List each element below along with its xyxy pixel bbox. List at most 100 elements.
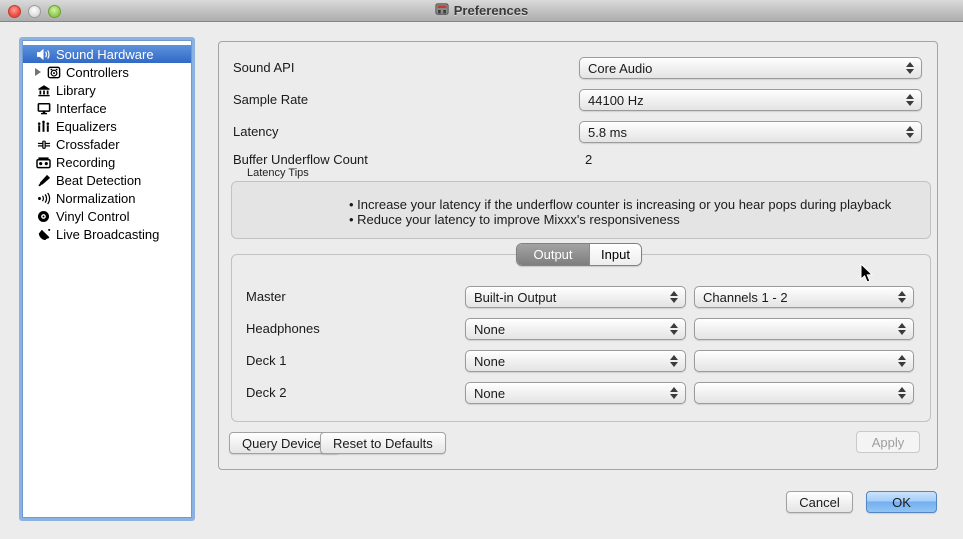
io-tab-bar: Output Input [516, 243, 642, 266]
beat-detection-icon [35, 173, 52, 187]
stepper-arrows-icon [665, 291, 685, 303]
stepper-arrows-icon [893, 291, 913, 303]
sidebar-item-label: Beat Detection [56, 173, 141, 188]
sidebar-item-label: Equalizers [56, 119, 117, 134]
stepper-arrows-icon [665, 387, 685, 399]
deck1-device-dropdown[interactable]: None [465, 350, 686, 372]
sample-rate-value: 44100 Hz [588, 93, 901, 108]
reset-to-defaults-button[interactable]: Reset to Defaults [320, 432, 446, 454]
master-device-dropdown[interactable]: Built-in Output [465, 286, 686, 308]
tab-input[interactable]: Input [590, 244, 641, 265]
ok-label: OK [892, 495, 911, 510]
vinyl-icon [35, 209, 52, 223]
sidebar-item-crossfader[interactable]: Crossfader [23, 135, 191, 153]
stepper-arrows-icon [665, 355, 685, 367]
sidebar-item-label: Normalization [56, 191, 135, 206]
cancel-label: Cancel [799, 495, 839, 510]
tab-output-label: Output [533, 247, 572, 262]
sidebar-item-label: Vinyl Control [56, 209, 129, 224]
stepper-arrows-icon [893, 323, 913, 335]
deck1-device-value: None [474, 354, 665, 369]
latency-label: Latency [233, 124, 279, 139]
sidebar-item-beat-detection[interactable]: Beat Detection [23, 171, 191, 189]
sidebar-item-interface[interactable]: Interface [23, 99, 191, 117]
crossfader-icon [35, 137, 52, 151]
sidebar-item-vinyl-control[interactable]: Vinyl Control [23, 207, 191, 225]
deck2-label: Deck 2 [246, 385, 286, 400]
deck1-label: Deck 1 [246, 353, 286, 368]
window-title: Preferences [454, 3, 528, 18]
sound-api-label: Sound API [233, 60, 294, 75]
master-channel-dropdown[interactable]: Channels 1 - 2 [694, 286, 914, 308]
sidebar-item-sound-hardware[interactable]: Sound Hardware [23, 45, 191, 63]
master-device-value: Built-in Output [474, 290, 665, 305]
preferences-window: Preferences Sound Hardware [0, 0, 963, 539]
sound-api-dropdown[interactable]: Core Audio [579, 57, 922, 79]
headphones-label: Headphones [246, 321, 320, 336]
sidebar-item-recording[interactable]: Recording [23, 153, 191, 171]
sample-rate-label: Sample Rate [233, 92, 308, 107]
apply-button[interactable]: Apply [856, 431, 920, 453]
sidebar-item-label: Crossfader [56, 137, 120, 152]
equalizer-icon [35, 119, 52, 133]
sidebar-item-normalization[interactable]: Normalization [23, 189, 191, 207]
headphones-device-value: None [474, 322, 665, 337]
apply-label: Apply [872, 435, 905, 450]
buffer-underflow-value: 2 [585, 152, 592, 167]
stepper-arrows-icon [901, 62, 921, 74]
stepper-arrows-icon [893, 355, 913, 367]
sidebar-item-label: Interface [56, 101, 107, 116]
disclosure-triangle-icon[interactable] [33, 68, 43, 76]
latency-tip: Increase your latency if the underflow c… [349, 197, 891, 212]
close-button[interactable] [8, 5, 21, 18]
master-channel-value: Channels 1 - 2 [703, 290, 893, 305]
sidebar-item-controllers[interactable]: Controllers [23, 63, 191, 81]
master-label: Master [246, 289, 286, 304]
deck1-channel-dropdown[interactable] [694, 350, 914, 372]
query-devices-label: Query Devices [242, 436, 327, 451]
recording-icon [35, 155, 52, 169]
zoom-button[interactable] [48, 5, 61, 18]
sidebar-item-label: Library [56, 83, 96, 98]
deck2-channel-dropdown[interactable] [694, 382, 914, 404]
latency-dropdown[interactable]: 5.8 ms [579, 121, 922, 143]
tab-output[interactable]: Output [517, 244, 590, 265]
output-tab-panel: Master Built-in Output Channels 1 - 2 He… [231, 254, 931, 422]
sidebar-item-equalizers[interactable]: Equalizers [23, 117, 191, 135]
speaker-icon [35, 47, 52, 61]
buffer-underflow-label: Buffer Underflow Count [233, 152, 368, 167]
deck2-device-value: None [474, 386, 665, 401]
sidebar-item-library[interactable]: Library [23, 81, 191, 99]
normalization-icon [35, 191, 52, 205]
controller-icon [45, 65, 62, 79]
sample-rate-dropdown[interactable]: 44100 Hz [579, 89, 922, 111]
headphones-device-dropdown[interactable]: None [465, 318, 686, 340]
preferences-icon [435, 2, 449, 19]
title-bar: Preferences [0, 0, 963, 22]
cancel-button[interactable]: Cancel [786, 491, 853, 513]
monitor-icon [35, 101, 52, 115]
broadcast-icon [35, 227, 52, 241]
deck2-device-dropdown[interactable]: None [465, 382, 686, 404]
library-icon [35, 83, 52, 97]
ok-button[interactable]: OK [866, 491, 937, 513]
stepper-arrows-icon [901, 94, 921, 106]
stepper-arrows-icon [893, 387, 913, 399]
latency-tips-box: Increase your latency if the underflow c… [231, 181, 931, 239]
reset-to-defaults-label: Reset to Defaults [333, 436, 433, 451]
stepper-arrows-icon [901, 126, 921, 138]
headphones-channel-dropdown[interactable] [694, 318, 914, 340]
stepper-arrows-icon [665, 323, 685, 335]
minimize-button[interactable] [28, 5, 41, 18]
sound-api-value: Core Audio [588, 61, 901, 76]
sidebar-item-label: Sound Hardware [56, 47, 154, 62]
sound-hardware-panel: Sound API Core Audio Sample Rate 44100 H… [218, 41, 938, 470]
sidebar-item-label: Recording [56, 155, 115, 170]
latency-value: 5.8 ms [588, 125, 901, 140]
tab-input-label: Input [601, 247, 630, 262]
mouse-cursor [860, 264, 874, 287]
latency-tip: Reduce your latency to improve Mixxx's r… [349, 212, 680, 227]
preferences-sidebar: Sound Hardware Controllers [22, 40, 192, 518]
sidebar-item-label: Live Broadcasting [56, 227, 159, 242]
sidebar-item-live-broadcasting[interactable]: Live Broadcasting [23, 225, 191, 243]
